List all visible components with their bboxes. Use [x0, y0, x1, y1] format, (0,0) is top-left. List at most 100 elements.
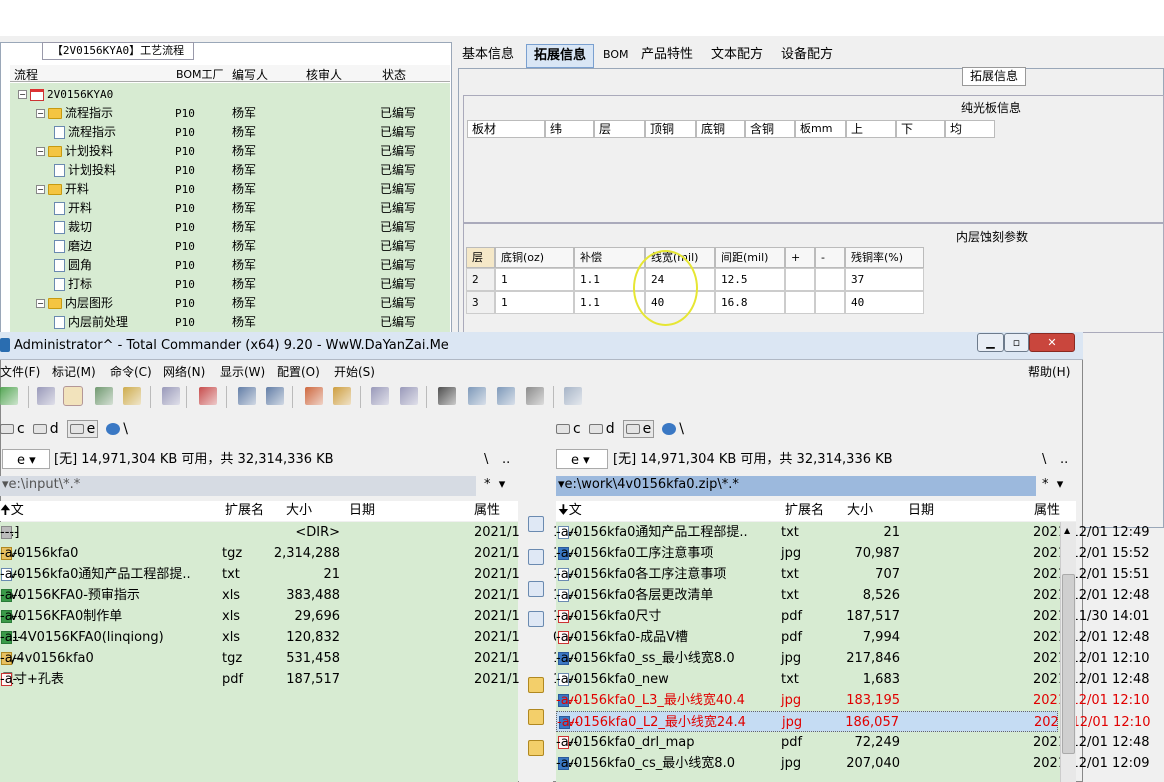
tree-header-reviewer[interactable]: 核审人: [306, 66, 342, 83]
collapse-icon[interactable]: −: [18, 90, 27, 99]
tree-row[interactable]: 打标 P10 杨军 已编写: [10, 275, 450, 294]
inner-etch-cell[interactable]: 37: [845, 268, 924, 291]
file-row[interactable]: 4v0156kfa0_drl_map pdf 72,249 2021/12/01 12…: [556, 732, 1150, 753]
left-filter[interactable]: * ▾: [484, 476, 518, 496]
tree-row[interactable]: 裁切 P10 杨军 已编写: [10, 218, 450, 237]
copy-icon[interactable]: [528, 581, 544, 597]
maximize-button[interactable]: ▫: [1004, 333, 1029, 352]
tree-header-factory[interactable]: BOM工厂: [176, 66, 224, 82]
file-row[interactable]: 尺寸+孔表pdf187,5172021/11/30 14:01-a--: [0, 669, 591, 690]
tab-5[interactable]: 设备配方: [774, 44, 840, 68]
collapse-icon[interactable]: −: [36, 185, 45, 194]
inner-etch-cell[interactable]: 12.5: [715, 268, 785, 291]
right-drive-c[interactable]: c: [556, 421, 581, 437]
sync-icon[interactable]: [199, 387, 217, 405]
icon-view-icon[interactable]: [37, 387, 55, 405]
thumbnail-icon[interactable]: [95, 387, 113, 405]
left-drive-select[interactable]: e ▾: [2, 449, 50, 469]
invert-selection-icon[interactable]: [162, 387, 180, 405]
tree-view-icon[interactable]: [63, 386, 83, 406]
tab-0[interactable]: 基本信息: [455, 44, 521, 68]
menu-item-2[interactable]: 命令(C): [110, 363, 152, 380]
new-folder-icon[interactable]: [528, 709, 544, 725]
right-root-button[interactable]: \: [1042, 449, 1046, 471]
file-row[interactable]: 4v0156kfa0各层更改清单 txt 8,526 2021/12/01 12:48…: [556, 585, 1150, 606]
inner-etch-cell[interactable]: 16.8: [715, 291, 785, 314]
tree-row[interactable]: 流程指示 P10 杨军 已编写: [10, 123, 450, 142]
left-col-name[interactable]: 🠉文件名: [0, 501, 24, 558]
file-row[interactable]: yy4v0156kfa0tgz531,4582021/11/30 13:49-a…: [0, 648, 591, 669]
file-row[interactable]: 4v0156kfa0各工序注意事项 txt 707 2021/12/01 15:51-…: [556, 564, 1150, 585]
inner-etch-cell[interactable]: [815, 268, 845, 291]
inner-etch-cell[interactable]: [785, 268, 815, 291]
menu-item-6[interactable]: 开始(S): [334, 363, 375, 380]
file-row[interactable]: 4v0156kfa0尺寸 pdf 187,517 2021/11/30 14:01 -a…: [556, 606, 1150, 627]
left-col-date[interactable]: 日期: [349, 501, 375, 521]
right-col-name[interactable]: 🠋文件名: [558, 501, 582, 558]
right-col-date[interactable]: 日期: [908, 501, 934, 521]
tree-header-flow[interactable]: 流程: [14, 66, 38, 83]
right-network-drive[interactable]: \: [662, 421, 684, 437]
notepad-icon[interactable]: [564, 387, 582, 405]
tree-header-status[interactable]: 状态: [382, 66, 406, 83]
right-filter[interactable]: * ▾: [1042, 476, 1076, 496]
menu-item-3[interactable]: 网络(N): [163, 363, 205, 380]
tab-4[interactable]: 文本配方: [704, 44, 770, 68]
file-row[interactable]: 4v0156kfa0工序注意事项 jpg 70,987 2021/12/01 15:5…: [556, 543, 1150, 564]
tree-row[interactable]: − 开料 P10 杨军 已编写: [10, 180, 450, 199]
collapse-icon[interactable]: −: [36, 109, 45, 118]
file-row[interactable]: 4V0156KFA0制作单xls29,6962021/12/03 14:05-a…: [0, 606, 591, 627]
tab-1[interactable]: 拓展信息: [526, 44, 595, 68]
refresh-icon[interactable]: [0, 387, 18, 405]
file-row[interactable]: 4v0156kfa0_L2_最小线宽24.4 jpg 186,057 2021/12/…: [556, 711, 1151, 732]
file-row[interactable]: Q14V0156KFA0(linqiong) xls 120,832 2021/12/…: [0, 627, 591, 648]
inner-etch-cell[interactable]: [815, 291, 845, 314]
forward-icon[interactable]: [266, 387, 284, 405]
file-row[interactable]: 4v0156kfa0-成品V槽 pdf 7,994 2021/12/01 12:48-…: [556, 627, 1150, 648]
file-row[interactable]: 4V0156KFA0-预审指示xls383,4882021/11/30 14:0…: [0, 585, 591, 606]
left-path-bar[interactable]: ▾e:\input\*.*: [0, 476, 476, 496]
left-drive-e[interactable]: e: [66, 420, 99, 438]
edit-icon[interactable]: [528, 549, 544, 565]
inner-etch-cell[interactable]: 40: [845, 291, 924, 314]
file-row[interactable]: 4v0156kfa0通知产品工程部提..txt212021/12/01 12:4…: [0, 564, 591, 585]
left-col-ext[interactable]: 扩展名: [225, 501, 264, 521]
move-icon[interactable]: [528, 611, 544, 627]
pack-icon[interactable]: [305, 387, 323, 405]
left-col-size[interactable]: 大小: [286, 501, 312, 521]
inner-etch-cell[interactable]: 2: [466, 268, 495, 291]
left-drive-d[interactable]: d: [32, 421, 59, 437]
left-root-button[interactable]: \: [484, 449, 488, 471]
left-up-button[interactable]: ..: [502, 449, 510, 471]
file-row[interactable]: 4v0156kfa0_ss_最小线宽8.0 jpg 217,846 2021/12/0…: [556, 648, 1150, 669]
unpack-icon[interactable]: [333, 387, 351, 405]
tree-row[interactable]: − 2V0156KYA0: [10, 85, 450, 104]
dir-sync-icon[interactable]: [497, 387, 515, 405]
right-drive-e[interactable]: e: [622, 420, 655, 438]
tree-row[interactable]: 内层前处理 P10 杨军 已编写: [10, 313, 450, 332]
inner-etch-cell[interactable]: 3: [466, 291, 495, 314]
copy-names-icon[interactable]: [526, 387, 544, 405]
right-up-button[interactable]: ..: [1060, 449, 1068, 471]
inner-etch-cell[interactable]: [785, 291, 815, 314]
inner-etch-cell[interactable]: 1: [495, 291, 574, 314]
tree-row[interactable]: 圆角 P10 杨军 已编写: [10, 256, 450, 275]
file-row[interactable]: 4v0156kfa0通知产品工程部提..txt212021/12/01 12:4…: [556, 522, 1150, 543]
file-row[interactable]: 4v0156kfa0_L3_最小线宽40.4 jpg 183,195 2021/12/…: [556, 690, 1150, 711]
right-path-bar[interactable]: ▾e:\work\4v0156kfa0.zip\*.*: [556, 476, 1036, 496]
ftp-icon[interactable]: [371, 387, 389, 405]
view-icon[interactable]: [528, 516, 544, 532]
menu-item-0[interactable]: 文件(F): [0, 363, 40, 380]
file-row[interactable]: 4v0156kfa0_new txt 1,683 2021/12/01 12:48 -a…: [556, 669, 1150, 690]
file-row[interactable]: [..]<DIR>2021/12/03 14:07----: [0, 522, 591, 543]
find-icon[interactable]: [438, 387, 456, 405]
menu-help[interactable]: 帮助(H): [1028, 363, 1070, 380]
tree-row[interactable]: − 内层图形 P10 杨军 已编写: [10, 294, 450, 313]
pack-icon[interactable]: [528, 677, 544, 693]
back-icon[interactable]: [238, 387, 256, 405]
minimize-button[interactable]: ▁: [977, 333, 1004, 352]
tree-row[interactable]: 计划投料 P10 杨军 已编写: [10, 161, 450, 180]
file-row[interactable]: 4v0156kfa0_cs_最小线宽8.0 jpg 207,040 2021/12/0…: [556, 753, 1150, 774]
right-col-ext[interactable]: 扩展名: [785, 501, 824, 521]
multi-rename-icon[interactable]: [468, 387, 486, 405]
